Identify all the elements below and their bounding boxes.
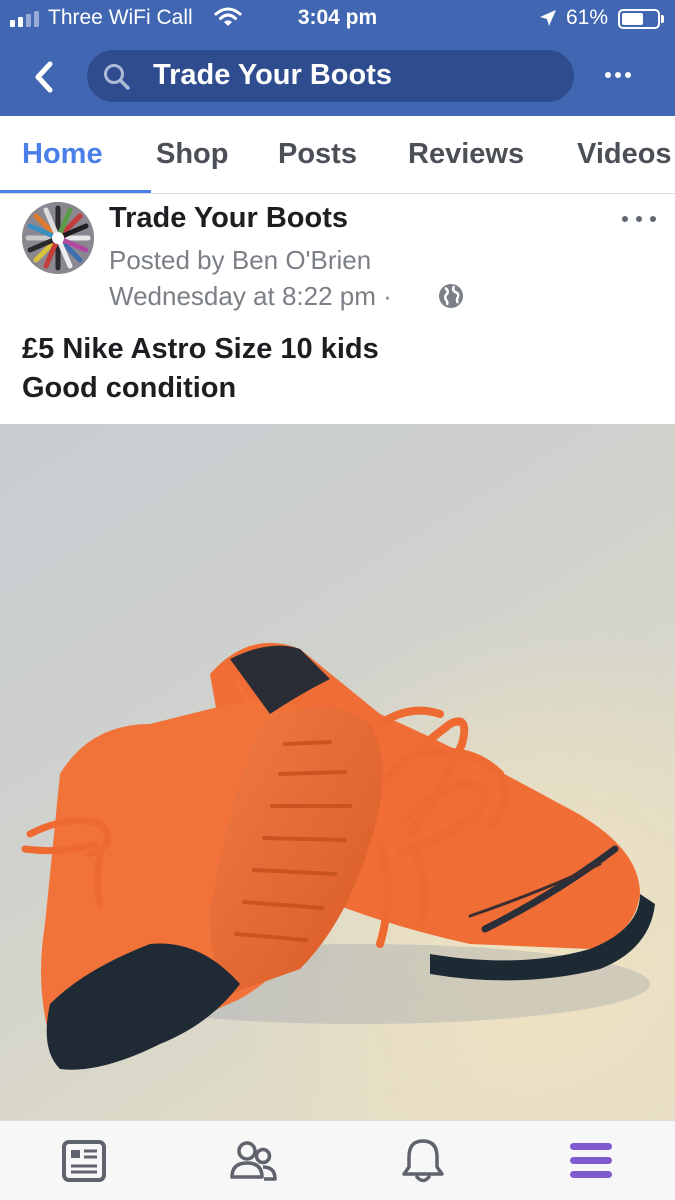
notifications-bell-icon: [402, 1139, 444, 1183]
post-text: £5 Nike Astro Size 10 kids Good conditio…: [22, 330, 379, 408]
search-query: Trade Your Boots: [153, 59, 393, 91]
page-avatar[interactable]: [22, 202, 94, 274]
battery-icon: [618, 9, 660, 29]
search-bar[interactable]: Trade Your Boots: [87, 50, 574, 102]
location-arrow-icon: [538, 8, 558, 33]
tab-posts[interactable]: Posts: [278, 138, 357, 171]
bottom-navigation: [0, 1120, 675, 1200]
tab-home[interactable]: Home: [22, 138, 103, 171]
news-feed-tab[interactable]: [56, 1135, 112, 1187]
dot: [605, 72, 611, 78]
post-card: Trade Your Boots Posted by Ben O'Brien W…: [0, 194, 675, 424]
page-name[interactable]: Trade Your Boots: [109, 202, 348, 235]
search-icon: [103, 63, 131, 96]
friends-tab[interactable]: [225, 1135, 281, 1187]
more-options-button[interactable]: [598, 60, 638, 90]
post-text-line: £5 Nike Astro Size 10 kids: [22, 333, 379, 365]
post-timestamp[interactable]: Wednesday at 8:22 pm ·: [109, 281, 392, 312]
tab-videos[interactable]: Videos: [577, 138, 672, 171]
menu-icon: [570, 1143, 612, 1178]
tab-reviews[interactable]: Reviews: [408, 138, 524, 171]
top-bar: Three WiFi Call 3:04 pm 61% Trade Your B…: [0, 0, 675, 116]
dot: [622, 216, 628, 222]
posted-by[interactable]: Posted by Ben O'Brien: [109, 245, 371, 276]
friends-icon: [230, 1141, 277, 1181]
dot: [650, 216, 656, 222]
post-options-button[interactable]: [622, 212, 656, 226]
battery-tip: [661, 15, 664, 23]
dot: [615, 72, 621, 78]
page-tabs: Home Shop Posts Reviews Videos: [0, 116, 675, 194]
news-feed-icon: [62, 1140, 106, 1182]
dot: [636, 216, 642, 222]
status-bar: Three WiFi Call 3:04 pm 61%: [0, 0, 675, 36]
post-text-line: Good condition: [22, 372, 237, 404]
menu-tab[interactable]: [563, 1135, 619, 1187]
dot: [625, 72, 631, 78]
globe-icon: [438, 283, 464, 314]
notifications-tab[interactable]: [395, 1135, 451, 1187]
back-chevron-icon: [35, 61, 53, 93]
back-button[interactable]: [24, 55, 64, 99]
tab-shop[interactable]: Shop: [156, 138, 229, 171]
post-photo[interactable]: [0, 424, 675, 1124]
battery-percent: 61%: [566, 6, 609, 29]
